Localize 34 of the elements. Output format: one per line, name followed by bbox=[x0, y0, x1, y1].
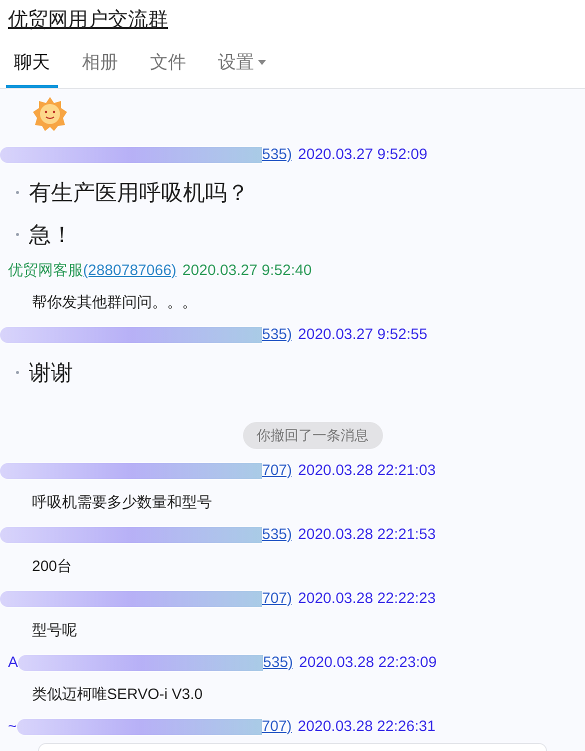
message-text: 有生产医用呼吸机吗？ bbox=[29, 178, 249, 206]
message-text: 200台 bbox=[32, 556, 72, 577]
sender-id-link[interactable]: 535) bbox=[262, 524, 292, 546]
sender-id-link[interactable]: 535) bbox=[262, 324, 292, 346]
message-time: 2020.03.27 9:52:09 bbox=[298, 144, 428, 165]
message-time: 2020.03.28 22:21:03 bbox=[298, 460, 436, 481]
message-text: 类似迈柯唯SERVO-i V3.0 bbox=[32, 684, 203, 705]
sender-id-link[interactable]: 535) bbox=[263, 652, 294, 674]
tab[interactable]: 相册 bbox=[74, 40, 126, 88]
sender-name: 优贸网客服 bbox=[8, 260, 83, 281]
message-text: 型号呢 bbox=[32, 620, 77, 641]
message-time: 2020.03.28 22:22:23 bbox=[298, 588, 436, 609]
message-text: 急！ bbox=[29, 220, 73, 248]
message-input[interactable] bbox=[38, 743, 547, 751]
sender-id-link[interactable]: 707) bbox=[262, 588, 292, 610]
message-time: 2020.03.27 9:52:40 bbox=[182, 260, 312, 281]
sun-emoji-icon bbox=[32, 96, 68, 132]
message-text: 呼吸机需要多少数量和型号 bbox=[32, 492, 212, 513]
group-title[interactable]: 优贸网用户交流群 bbox=[8, 5, 168, 35]
recall-notice: 你撤回了一条消息 bbox=[242, 422, 382, 449]
message-time: 2020.03.28 22:26:31 bbox=[298, 716, 436, 737]
sender-id-link[interactable]: (2880787066) bbox=[83, 260, 176, 282]
sender-prefix: A bbox=[8, 652, 18, 673]
sender-id-link[interactable]: 707) bbox=[262, 716, 292, 738]
message-text: 谢谢 bbox=[29, 358, 73, 386]
tab[interactable]: 文件 bbox=[142, 40, 194, 88]
message-time: 2020.03.27 9:52:55 bbox=[298, 324, 428, 345]
message-time: 2020.03.28 22:23:09 bbox=[299, 652, 437, 673]
message-text: 帮你发其他群问问。。。 bbox=[32, 292, 197, 313]
sender-id-link[interactable]: 707) bbox=[262, 460, 292, 482]
sender-id-link[interactable]: 535) bbox=[262, 144, 292, 166]
message-time: 2020.03.28 22:21:53 bbox=[298, 524, 436, 545]
tab[interactable]: 设置 bbox=[210, 40, 274, 88]
sender-prefix: ~ bbox=[8, 716, 17, 737]
